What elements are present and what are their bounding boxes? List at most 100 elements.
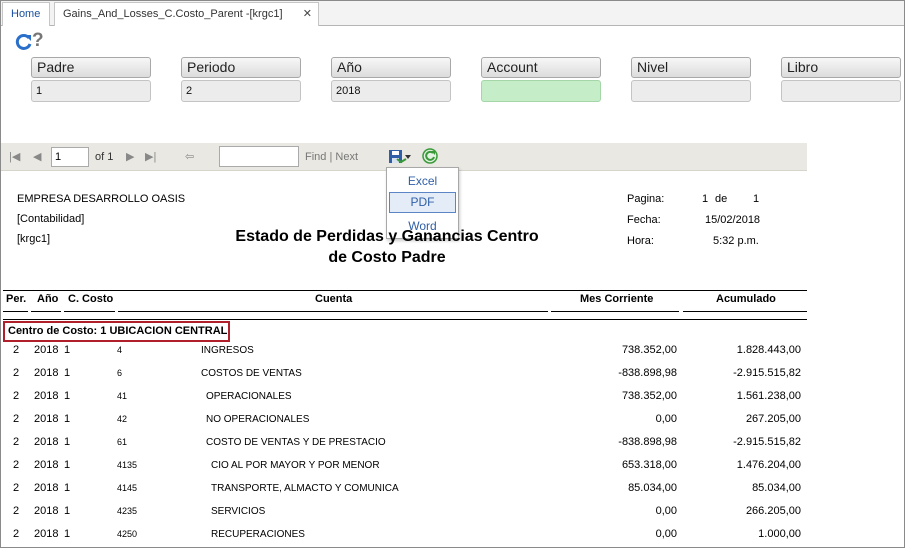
report-user: [krgc1] bbox=[17, 233, 51, 245]
param-label: Año bbox=[331, 57, 451, 78]
param-periodo: Periodo 2 bbox=[181, 57, 301, 102]
cell-ccosto: 1 bbox=[64, 436, 71, 448]
table-row: 2 2018 1 4235 SERVICIOS 0,00 266.205,00 bbox=[1, 505, 807, 525]
cell-ano: 2018 bbox=[34, 482, 59, 494]
cell-ano: 2018 bbox=[34, 413, 59, 425]
table-row: 2 2018 1 4135 CIO AL POR MAYOR Y POR MENOR 65… bbox=[1, 459, 807, 479]
cell-per: 2 bbox=[13, 344, 20, 356]
cell-mes-corriente: -838.898,98 bbox=[618, 436, 677, 448]
col-header-per: Per. bbox=[6, 293, 27, 305]
param-libro: Libro bbox=[781, 57, 901, 102]
cell-ccosto: 1 bbox=[64, 390, 71, 402]
cell-acumulado: 1.476.204,00 bbox=[736, 459, 801, 471]
cell-per: 2 bbox=[13, 436, 20, 448]
cell-ccosto: 1 bbox=[64, 482, 71, 494]
param-padre: Padre 1 bbox=[31, 57, 151, 102]
cell-acumulado: -2.915.515,82 bbox=[733, 367, 801, 379]
cell-mes-corriente: 0,00 bbox=[655, 528, 677, 540]
param-value-field[interactable]: 2018 bbox=[331, 80, 451, 102]
cell-acumulado: 267.205,00 bbox=[745, 413, 801, 425]
table-row: 2 2018 1 61 COSTO DE VENTAS Y DE PRESTACIO -8… bbox=[1, 436, 807, 456]
find-link[interactable]: Find bbox=[305, 151, 326, 163]
tab-home[interactable]: Home bbox=[2, 2, 50, 26]
param-account: Account bbox=[481, 57, 601, 102]
param-value-field[interactable] bbox=[781, 80, 901, 102]
table-row: 2 2018 1 4145 TRANSPORTE, ALMACTO Y COMUNICA… bbox=[1, 482, 807, 502]
pagina-label: Pagina: bbox=[627, 193, 665, 205]
cell-cuenta: COSTOS DE VENTAS bbox=[201, 368, 302, 379]
back-icon[interactable]: ⇦ bbox=[185, 150, 194, 163]
next-link[interactable]: Next bbox=[335, 151, 358, 163]
cell-per: 2 bbox=[13, 528, 20, 540]
cell-mes-corriente: 738.352,00 bbox=[621, 344, 677, 356]
cell-cuenta: RECUPERACIONES bbox=[211, 529, 305, 540]
cell-cuenta: NO OPERACIONALES bbox=[206, 414, 310, 425]
cell-ano: 2018 bbox=[34, 344, 59, 356]
col-header-cuenta: Cuenta bbox=[315, 293, 353, 305]
fecha-value: 15/02/2018 bbox=[705, 214, 761, 226]
pagina-number: 1 bbox=[702, 193, 709, 205]
menu-item-pdf[interactable]: PDF bbox=[389, 192, 456, 213]
cell-cuenta: OPERACIONALES bbox=[206, 391, 292, 402]
prev-page-icon[interactable]: ◀ bbox=[33, 150, 41, 163]
param-value-field[interactable] bbox=[631, 80, 751, 102]
cell-mes-corriente: 653.318,00 bbox=[621, 459, 677, 471]
cell-per: 2 bbox=[13, 413, 20, 425]
param-value-field[interactable] bbox=[481, 80, 601, 102]
report-viewer-window: Home Gains_And_Losses_C.Costo_Parent -[k… bbox=[0, 0, 905, 548]
tab-report[interactable]: Gains_And_Losses_C.Costo_Parent -[krgc1]… bbox=[54, 2, 319, 26]
report-title-line2: de Costo Padre bbox=[328, 249, 446, 266]
group-rule bbox=[3, 319, 807, 320]
hora-label: Hora: bbox=[627, 235, 654, 247]
tab-home-label: Home bbox=[11, 8, 41, 20]
refresh-report-icon[interactable] bbox=[421, 147, 439, 165]
param-ao: Año 2018 bbox=[331, 57, 451, 102]
menu-item-excel[interactable]: Excel bbox=[389, 171, 456, 192]
param-value-field[interactable]: 2 bbox=[181, 80, 301, 102]
cell-mes-corriente: 0,00 bbox=[655, 413, 677, 425]
page-number-input[interactable]: 1 bbox=[51, 147, 89, 167]
help-icon[interactable]: ? bbox=[32, 31, 44, 51]
hora-value: 5:32 p.m. bbox=[713, 235, 759, 247]
cell-cuenta: CIO AL POR MAYOR Y POR MENOR bbox=[211, 460, 380, 471]
cell-account-code: 4 bbox=[117, 345, 123, 355]
cell-ano: 2018 bbox=[34, 528, 59, 540]
cell-mes-corriente: 85.034,00 bbox=[628, 482, 677, 494]
header-rule-acum bbox=[683, 311, 807, 312]
find-next-links: Find | Next bbox=[305, 151, 358, 163]
col-header-acum: Acumulado bbox=[716, 293, 776, 305]
header-rule-per bbox=[3, 311, 28, 312]
cell-acumulado: 1.000,00 bbox=[758, 528, 801, 540]
last-page-icon[interactable]: ▶| bbox=[145, 150, 156, 163]
cell-account-code: 61 bbox=[117, 437, 128, 447]
pagina-de: de bbox=[715, 193, 728, 205]
refresh-icon[interactable] bbox=[15, 33, 33, 51]
next-page-icon[interactable]: ▶ bbox=[126, 150, 134, 163]
cell-ccosto: 1 bbox=[64, 459, 71, 471]
cost-center-group-header: Centro de Costo: 1 UBICACION CENTRAL bbox=[3, 321, 230, 342]
col-header-ano: Año bbox=[37, 293, 59, 305]
table-row: 2 2018 1 6 COSTOS DE VENTAS -838.898,98 -2.915… bbox=[1, 367, 807, 387]
cell-acumulado: 85.034,00 bbox=[752, 482, 801, 494]
find-input[interactable] bbox=[219, 146, 299, 167]
param-value-field[interactable]: 1 bbox=[31, 80, 151, 102]
cell-per: 2 bbox=[13, 482, 20, 494]
cell-account-code: 42 bbox=[117, 414, 128, 424]
param-label: Libro bbox=[781, 57, 901, 78]
header-top-rule bbox=[3, 290, 807, 291]
report-title-line1: Estado de Perdidas y Ganancias Centro bbox=[235, 228, 539, 245]
first-page-icon[interactable]: |◀ bbox=[9, 150, 20, 163]
close-icon[interactable]: ✕ bbox=[303, 3, 312, 25]
cell-ano: 2018 bbox=[34, 367, 59, 379]
table-row: 2 2018 1 4 INGRESOS 738.352,00 1.828.443,00 bbox=[1, 344, 807, 364]
col-header-mes: Mes Corriente bbox=[580, 293, 654, 305]
param-label: Account bbox=[481, 57, 601, 78]
export-save-icon[interactable] bbox=[388, 149, 412, 165]
cell-account-code: 4235 bbox=[117, 506, 138, 516]
param-label: Nivel bbox=[631, 57, 751, 78]
find-separator: | bbox=[329, 151, 333, 163]
header-rule-cuenta bbox=[118, 311, 548, 312]
tab-report-label: Gains_And_Losses_C.Costo_Parent -[krgc1] bbox=[63, 8, 283, 20]
table-row: 2 2018 1 42 NO OPERACIONALES 0,00 267.205,00 bbox=[1, 413, 807, 433]
cell-per: 2 bbox=[13, 390, 20, 402]
